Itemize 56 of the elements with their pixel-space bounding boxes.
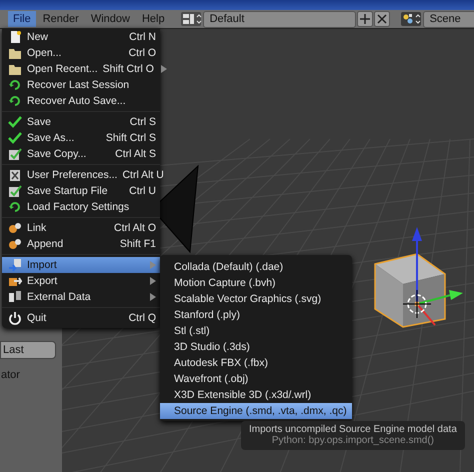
menu-item[interactable]: Import: [2, 257, 160, 273]
scene-icon[interactable]: [400, 11, 422, 27]
menu-item[interactable]: Recover Auto Save...: [2, 93, 160, 109]
check-icon: [8, 115, 22, 129]
menu-item[interactable]: Scalable Vector Graphics (.svg): [160, 291, 352, 307]
menu-item[interactable]: Help: [136, 11, 170, 27]
check-icon: [8, 131, 22, 145]
menu-item[interactable]: Recover Last Session: [2, 77, 160, 93]
menu-item[interactable]: Wavefront (.obj): [160, 371, 352, 387]
power-icon: [8, 311, 22, 325]
menu-item[interactable]: Source Engine (.smd, .vta, .dmx, .qc): [160, 403, 352, 419]
menu-item[interactable]: Save Startup File Ctrl U: [2, 183, 160, 199]
menu-item[interactable]: Save As... Shift Ctrl S: [2, 130, 160, 146]
recover-icon: [8, 200, 22, 214]
menu-item[interactable]: Link Ctrl Alt O: [2, 220, 160, 236]
menu-item[interactable]: Stanford (.ply): [160, 307, 352, 323]
menu-item[interactable]: Load Factory Settings: [2, 199, 160, 215]
tooltip-python-path: Python: bpy.ops.import_scene.smd(): [272, 435, 434, 446]
menu-item[interactable]: Export: [2, 273, 160, 289]
menu-item[interactable]: Autodesk FBX (.fbx): [160, 355, 352, 371]
tooltip-description: Imports uncompiled Source Engine model data: [249, 424, 457, 435]
checkbox-icon: [8, 147, 22, 161]
folder-icon: [8, 62, 22, 76]
redo-last-button[interactable]: Last: [0, 341, 56, 359]
folder-icon: [8, 46, 22, 60]
menu-item[interactable]: Window: [86, 11, 135, 27]
menu-item[interactable]: Motion Capture (.bvh): [160, 275, 352, 291]
menu-item[interactable]: External Data: [2, 289, 160, 305]
menu-item[interactable]: Save Ctrl S: [2, 114, 160, 130]
menu-item[interactable]: File: [8, 11, 36, 27]
menu-item[interactable]: 3D Studio (.3ds): [160, 339, 352, 355]
menu-item[interactable]: Append Shift F1: [2, 236, 160, 252]
recover-icon: [8, 94, 22, 108]
recover-icon: [8, 78, 22, 92]
menu-item[interactable]: Stl (.stl): [160, 323, 352, 339]
preferences-icon: [8, 168, 22, 182]
menu-item[interactable]: Open... Ctrl O: [2, 45, 160, 61]
selector-field[interactable]: Scene: [422, 10, 474, 28]
link-icon: [8, 237, 22, 251]
menu-item[interactable]: X3D Extensible 3D (.x3d/.wrl): [160, 387, 352, 403]
link-icon: [8, 221, 22, 235]
import-icon: [8, 258, 22, 272]
layout-icon[interactable]: [180, 11, 202, 27]
external-data-icon: [8, 290, 22, 304]
menu-item[interactable]: Quit Ctrl Q: [2, 310, 160, 326]
add-icon[interactable]: [356, 11, 373, 27]
document-icon: [8, 30, 22, 44]
menu-item[interactable]: Collada (Default) (.dae): [160, 259, 352, 275]
menu-item[interactable]: Render: [38, 11, 84, 27]
close-icon[interactable]: [374, 11, 390, 27]
checkbox-icon: [8, 184, 22, 198]
selector-field[interactable]: Default: [202, 10, 356, 28]
menu-item[interactable]: Open Recent... Shift Ctrl O: [2, 61, 160, 77]
menu-item[interactable]: Save Copy... Ctrl Alt S: [2, 146, 160, 162]
operator-label: ator: [0, 369, 20, 381]
menu-item[interactable]: New Ctrl N: [2, 29, 160, 45]
